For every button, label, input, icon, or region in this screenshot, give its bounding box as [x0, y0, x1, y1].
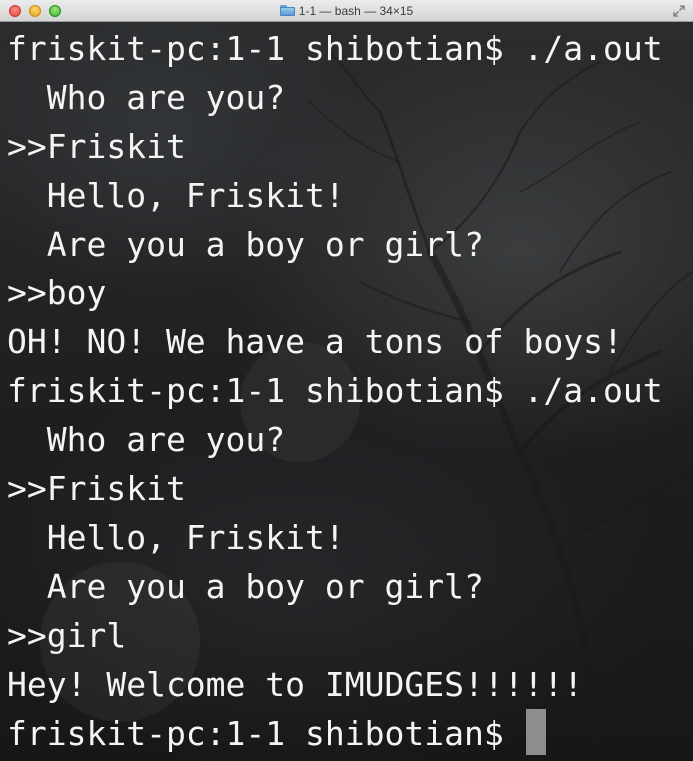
terminal-line: >>girl	[7, 615, 127, 655]
terminal-line: Hello, Friskit!	[7, 517, 345, 557]
terminal-content[interactable]: friskit-pc:1-1 shibotian$ ./a.out Who ar…	[0, 22, 693, 761]
text-cursor	[525, 709, 546, 756]
folder-icon	[279, 5, 295, 16]
title-bar[interactable]: 1-1 — bash — 34×15	[0, 0, 693, 22]
terminal-line: Hey! Welcome to IMUDGES!!!!!!	[7, 664, 584, 704]
terminal-line: >>Friskit	[7, 469, 186, 509]
terminal-line: friskit-pc:1-1 shibotian$ ./a.out	[7, 29, 663, 68]
window-title: 1-1 — bash — 34×15	[298, 4, 414, 18]
terminal-line: Who are you?	[7, 420, 286, 460]
fullscreen-arrows-icon[interactable]	[673, 5, 685, 17]
prompt-text: friskit-pc:1-1 shibotian$	[7, 714, 524, 754]
terminal-line: OH! NO! We have a tons of boys!	[7, 322, 623, 362]
terminal-prompt-line[interactable]: friskit-pc:1-1 shibotian$	[7, 709, 687, 758]
terminal-line: >>boy	[7, 273, 107, 313]
terminal-output: friskit-pc:1-1 shibotian$ ./a.out Who ar…	[7, 25, 687, 758]
terminal-window: 1-1 — bash — 34×15 friskit-pc:1-1 shibot…	[0, 0, 693, 761]
terminal-line: Who are you?	[7, 77, 286, 117]
terminal-line: Are you a boy or girl?	[7, 224, 484, 264]
terminal-line: Are you a boy or girl?	[7, 566, 484, 606]
terminal-line: Hello, Friskit!	[7, 175, 345, 215]
terminal-line: friskit-pc:1-1 shibotian$ ./a.out	[7, 371, 663, 411]
terminal-line: >>Friskit	[7, 126, 186, 166]
window-title-container: 1-1 — bash — 34×15	[0, 0, 693, 22]
